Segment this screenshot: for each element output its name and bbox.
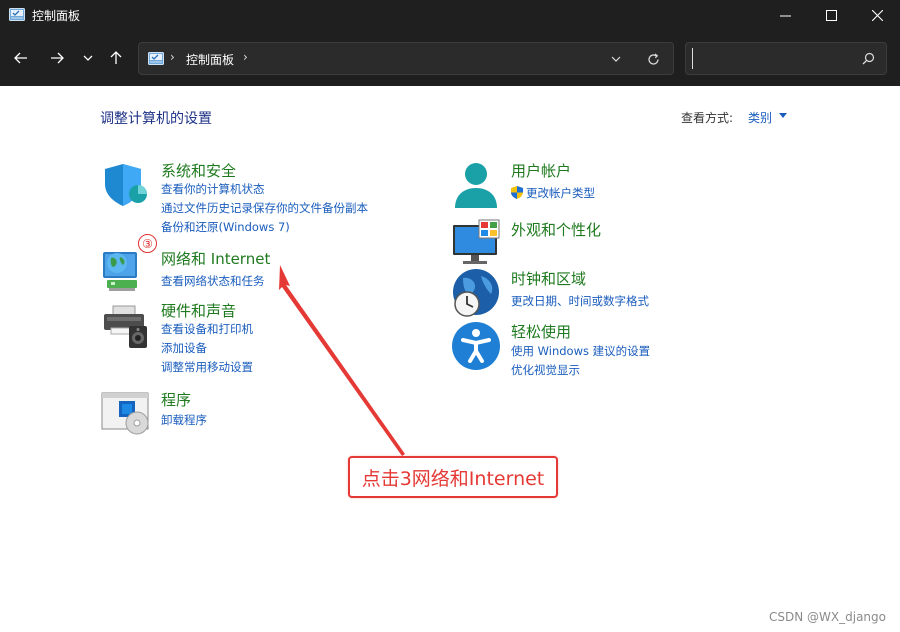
display-personalize-icon[interactable] [451, 219, 501, 269]
close-icon [871, 9, 883, 21]
link-change-date-time-format[interactable]: 更改日期、时间或数字格式 [511, 293, 649, 309]
category-heading-user-accounts[interactable]: 用户帐户 [511, 160, 571, 181]
link-mobility-settings[interactable]: 调整常用移动设置 [161, 359, 253, 375]
arrow-right-icon [51, 52, 64, 64]
accessibility-icon[interactable] [451, 321, 501, 371]
breadcrumb-separator[interactable]: › [243, 50, 248, 64]
search-box[interactable] [685, 42, 887, 75]
address-bar[interactable]: › 控制面板 › [138, 42, 674, 75]
link-view-devices-printers[interactable]: 查看设备和打印机 [161, 321, 253, 337]
link-recommended-settings[interactable]: 使用 Windows 建议的设置 [511, 343, 650, 359]
view-by-dropdown[interactable]: 类别 [748, 109, 772, 126]
category-ease-of-access: 轻松使用 使用 Windows 建议的设置 优化视觉显示 [451, 321, 711, 381]
chevron-down-icon [611, 56, 621, 62]
link-add-device[interactable]: 添加设备 [161, 340, 207, 356]
control-panel-icon [9, 8, 25, 21]
maximize-button[interactable] [808, 0, 854, 30]
category-clock-region: 时钟和区域 更改日期、时间或数字格式 [451, 268, 711, 318]
link-change-account-type[interactable]: 更改帐户类型 [511, 185, 595, 201]
category-heading-network-internet[interactable]: 网络和 Internet [161, 248, 270, 269]
navigation-bar: › 控制面板 › [0, 30, 900, 86]
category-user-accounts: 用户帐户 更改帐户类型 [451, 160, 691, 210]
step-number-badge: ③ [138, 234, 157, 253]
programs-icon[interactable] [101, 389, 151, 439]
category-heading-programs[interactable]: 程序 [161, 389, 191, 410]
minimize-icon [779, 15, 791, 16]
page-title: 调整计算机的设置 [100, 111, 212, 127]
link-file-history-backup[interactable]: 通过文件历史记录保存你的文件备份副本 [161, 200, 368, 216]
control-panel-icon [148, 52, 164, 65]
category-heading-hardware-sound[interactable]: 硬件和声音 [161, 300, 236, 321]
view-by-label: 查看方式: [681, 111, 734, 125]
breadcrumb-control-panel[interactable]: 控制面板 [186, 51, 234, 68]
shield-icon[interactable] [101, 160, 151, 210]
clock-globe-icon[interactable] [451, 268, 501, 318]
control-panel-content: 调整计算机的设置 查看方式: 类别 系统和安全 查看你的计算机状态 通过文件历史… [0, 86, 900, 632]
link-uninstall-program[interactable]: 卸载程序 [161, 412, 207, 428]
category-network-internet: 网络和 Internet 查看网络状态和任务 [101, 248, 301, 298]
uac-shield-icon [511, 186, 523, 199]
maximize-icon [825, 9, 837, 21]
window-title: 控制面板 [32, 9, 81, 23]
caret-down-icon[interactable] [779, 113, 787, 118]
link-change-account-type-text[interactable]: 更改帐户类型 [526, 186, 595, 200]
link-backup-restore[interactable]: 备份和还原(Windows 7) [161, 219, 290, 235]
search-icon [862, 52, 875, 65]
title-bar: 控制面板 [0, 0, 900, 30]
network-globe-icon[interactable] [101, 248, 151, 298]
up-button[interactable] [103, 45, 129, 71]
chevron-down-icon [83, 55, 93, 61]
category-programs: 程序 卸载程序 [101, 389, 301, 439]
refresh-button[interactable] [642, 48, 664, 70]
breadcrumb-separator[interactable]: › [170, 50, 175, 64]
arrow-left-icon [14, 52, 27, 64]
recent-locations-button[interactable] [75, 45, 101, 71]
printer-speaker-icon[interactable] [101, 300, 151, 350]
user-icon[interactable] [451, 160, 501, 210]
address-dropdown-button[interactable] [605, 48, 627, 70]
forward-button[interactable] [44, 45, 70, 71]
category-heading-clock-region[interactable]: 时钟和区域 [511, 268, 586, 289]
category-heading-ease-of-access[interactable]: 轻松使用 [511, 321, 571, 342]
link-view-network-status[interactable]: 查看网络状态和任务 [161, 273, 265, 289]
category-appearance: 外观和个性化 [451, 219, 691, 269]
link-view-computer-status[interactable]: 查看你的计算机状态 [161, 181, 265, 197]
category-heading-appearance[interactable]: 外观和个性化 [511, 219, 601, 240]
category-heading-system-security[interactable]: 系统和安全 [161, 160, 236, 181]
refresh-icon [647, 53, 659, 65]
category-hardware-sound: 硬件和声音 查看设备和打印机 添加设备 调整常用移动设置 [101, 300, 321, 374]
annotation-callout: 点击3网络和Internet [348, 456, 558, 498]
minimize-button[interactable] [762, 0, 808, 30]
search-input[interactable] [692, 48, 852, 69]
category-system-security: 系统和安全 查看你的计算机状态 通过文件历史记录保存你的文件备份副本 备份和还原… [101, 160, 431, 234]
watermark: CSDN @WX_django [769, 610, 886, 624]
link-optimize-visual-display[interactable]: 优化视觉显示 [511, 362, 580, 378]
arrow-up-icon [110, 51, 122, 64]
close-button[interactable] [854, 0, 900, 30]
back-button[interactable] [8, 45, 34, 71]
